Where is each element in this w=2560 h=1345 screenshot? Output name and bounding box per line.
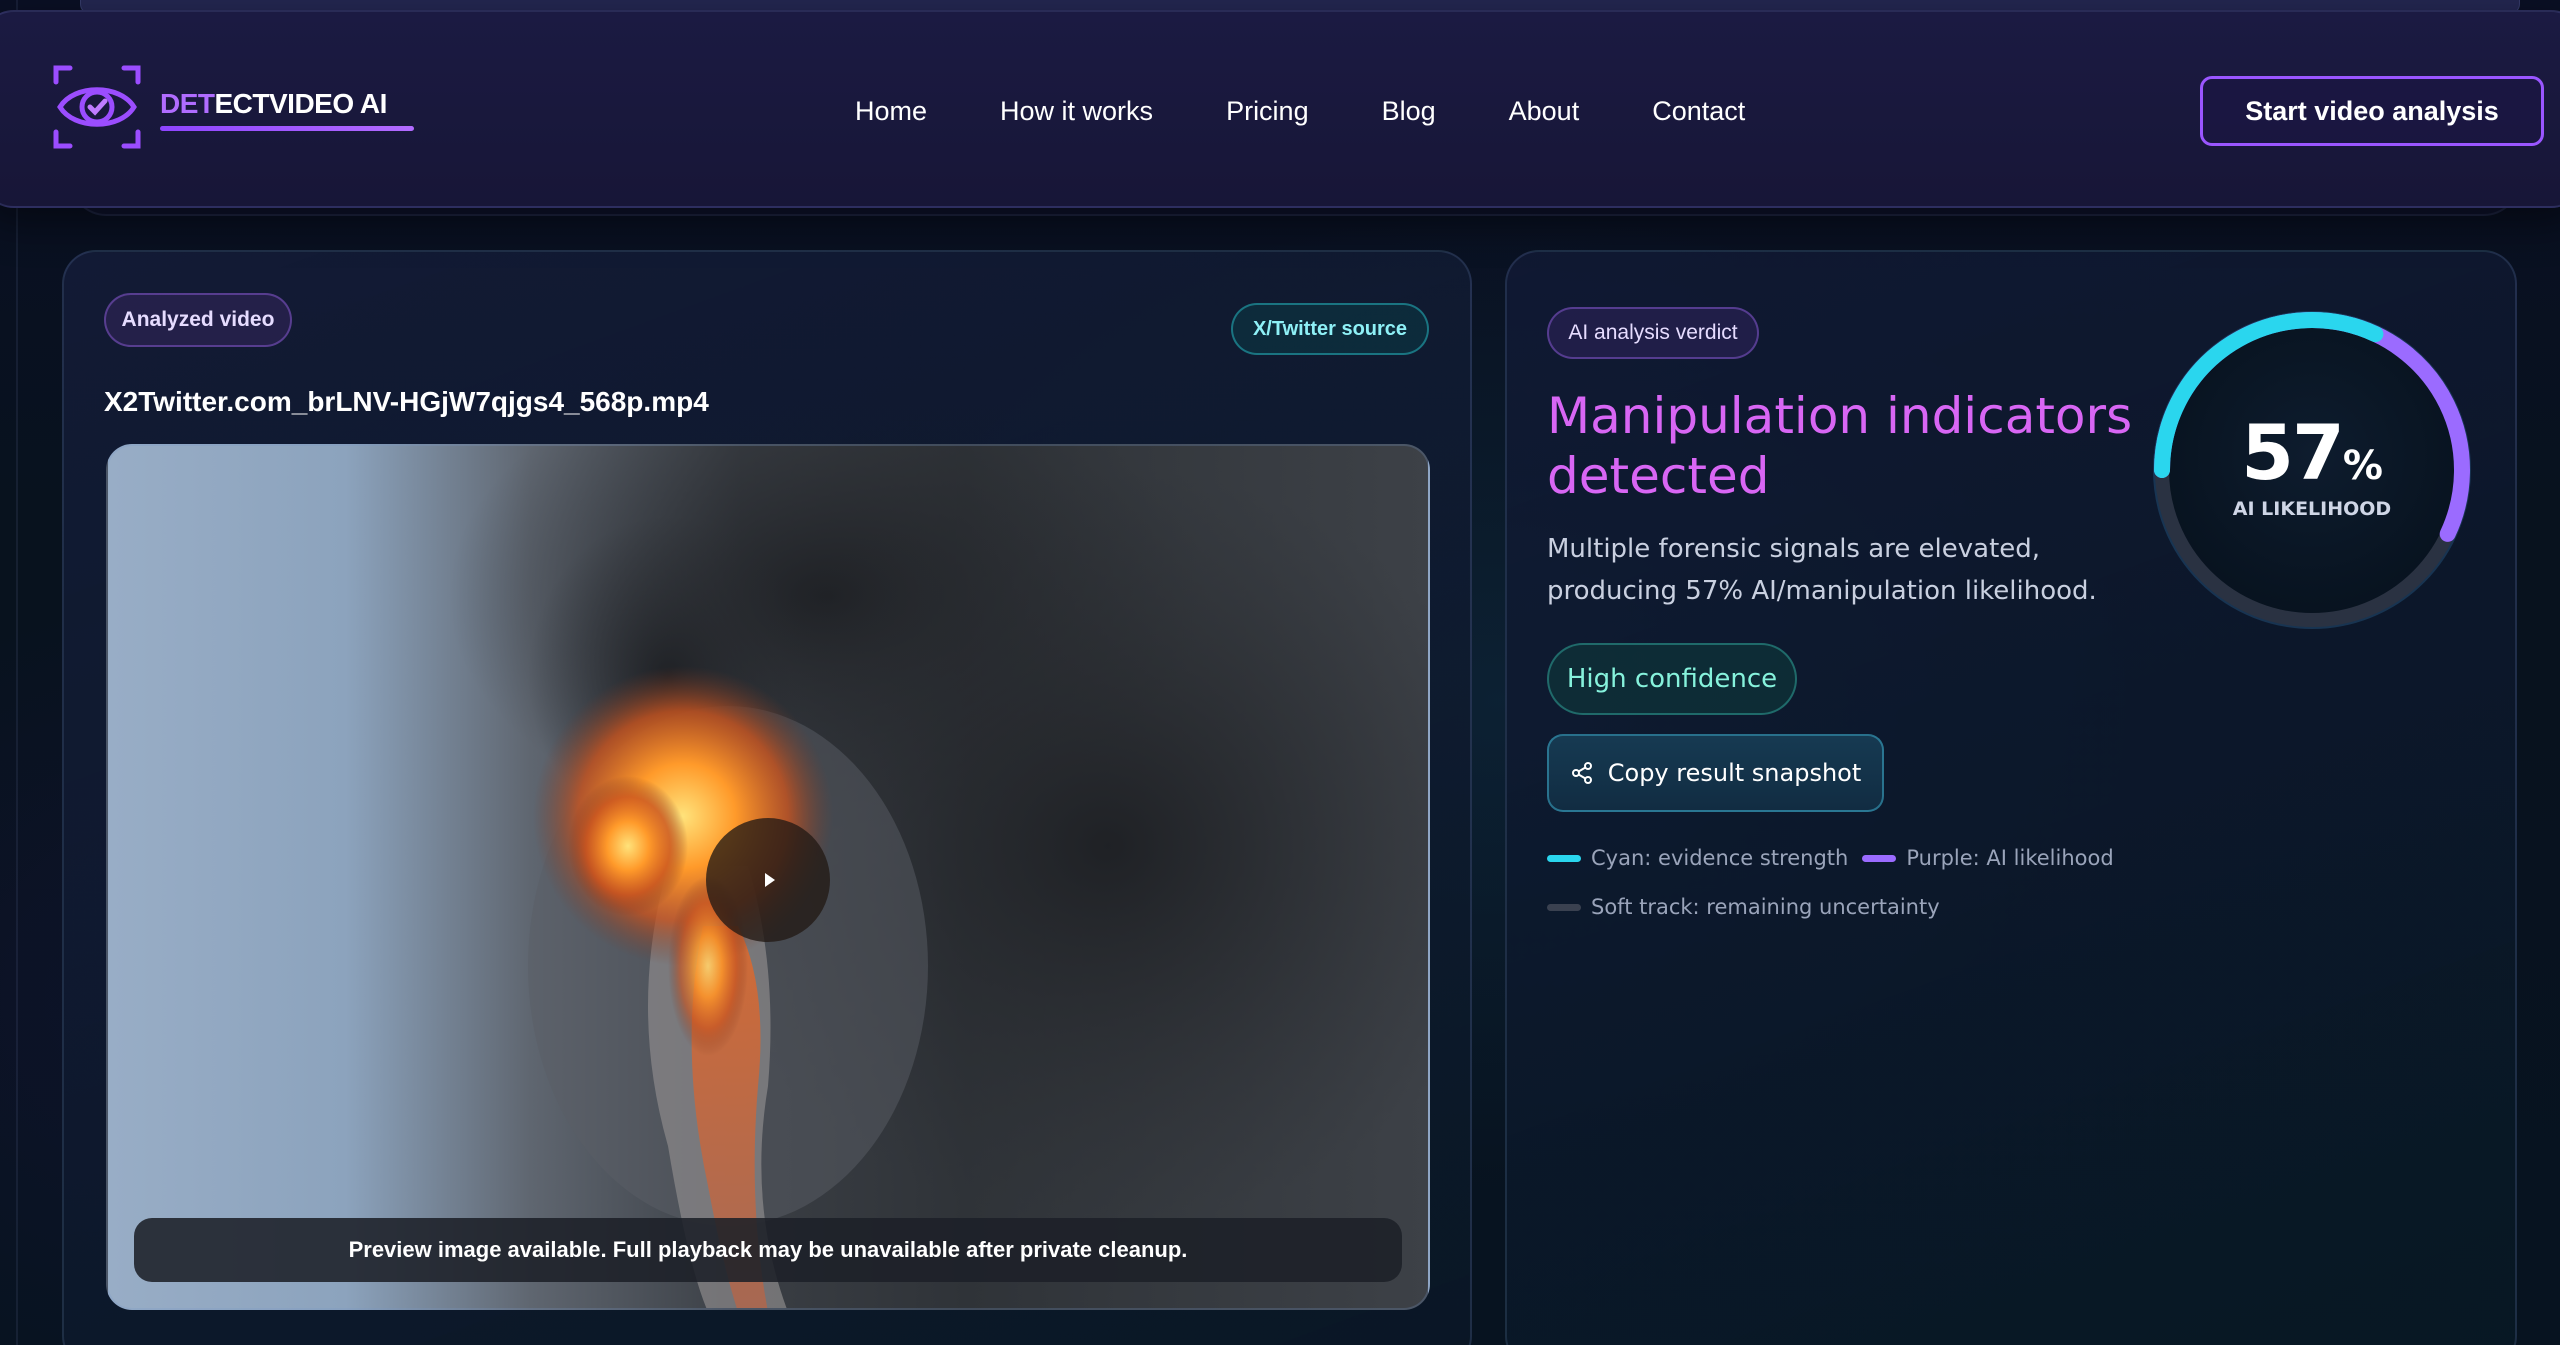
- brand-name-accent: DET: [160, 88, 215, 119]
- verdict-headline: Manipulation indicators detected: [1547, 387, 2133, 505]
- soft-track-swatch: [1547, 903, 1581, 911]
- gauge-number: 57: [2241, 408, 2345, 497]
- legend-cyan-label: Cyan: evidence strength: [1591, 846, 1849, 870]
- gauge-value: 57%: [2142, 408, 2482, 497]
- gauge-legend-row: Cyan: evidence strength Purple: AI likel…: [1547, 846, 2114, 870]
- verdict-description: Multiple forensic signals are elevated, …: [1547, 534, 2097, 606]
- brand-underline: [160, 126, 414, 131]
- copy-result-label: Copy result snapshot: [1607, 759, 1862, 787]
- cyan-swatch: [1547, 854, 1581, 862]
- confidence-badge: High confidence: [1547, 643, 1797, 715]
- eye-check-logo-icon[interactable]: [52, 62, 142, 152]
- analyzed-video-badge: Analyzed video: [104, 293, 292, 347]
- nav-how-it-works[interactable]: How it works: [1000, 96, 1153, 127]
- legend-purple-label: Purple: AI likelihood: [1906, 846, 2114, 870]
- gauge-label: AI LIKELIHOOD: [2232, 498, 2392, 520]
- start-video-analysis-button[interactable]: Start video analysis: [2200, 76, 2544, 146]
- gauge-unit: %: [2342, 443, 2383, 489]
- brand-name[interactable]: DETECTVIDEO AI: [160, 88, 387, 120]
- share-icon: [1571, 762, 1592, 784]
- nav-blog[interactable]: Blog: [1382, 96, 1436, 127]
- nav-pricing[interactable]: Pricing: [1226, 96, 1309, 127]
- video-caption: Preview image available. Full playback m…: [134, 1218, 1402, 1282]
- nav-home[interactable]: Home: [855, 96, 927, 127]
- brand-name-rest: ECTVIDEO AI: [214, 88, 388, 119]
- copy-result-snapshot-button[interactable]: Copy result snapshot: [1547, 734, 1884, 812]
- nav-contact[interactable]: Contact: [1652, 96, 1745, 127]
- play-button[interactable]: [706, 818, 830, 942]
- purple-swatch: [1862, 854, 1897, 862]
- source-badge: X/Twitter source: [1231, 303, 1429, 355]
- play-icon: [764, 873, 775, 887]
- verdict-badge: AI analysis verdict: [1547, 307, 1759, 359]
- nav-about[interactable]: About: [1509, 96, 1580, 127]
- video-preview[interactable]: Preview image available. Full playback m…: [106, 444, 1430, 1310]
- gauge-legend-row-2: Soft track: remaining uncertainty: [1547, 895, 1940, 919]
- legend-soft-track-label: Soft track: remaining uncertainty: [1591, 895, 1940, 919]
- video-filename: X2Twitter.com_brLNV-HGjW7qjgs4_568p.mp4: [104, 386, 709, 417]
- main-nav: Home How it works Pricing Blog About Con…: [855, 96, 1818, 127]
